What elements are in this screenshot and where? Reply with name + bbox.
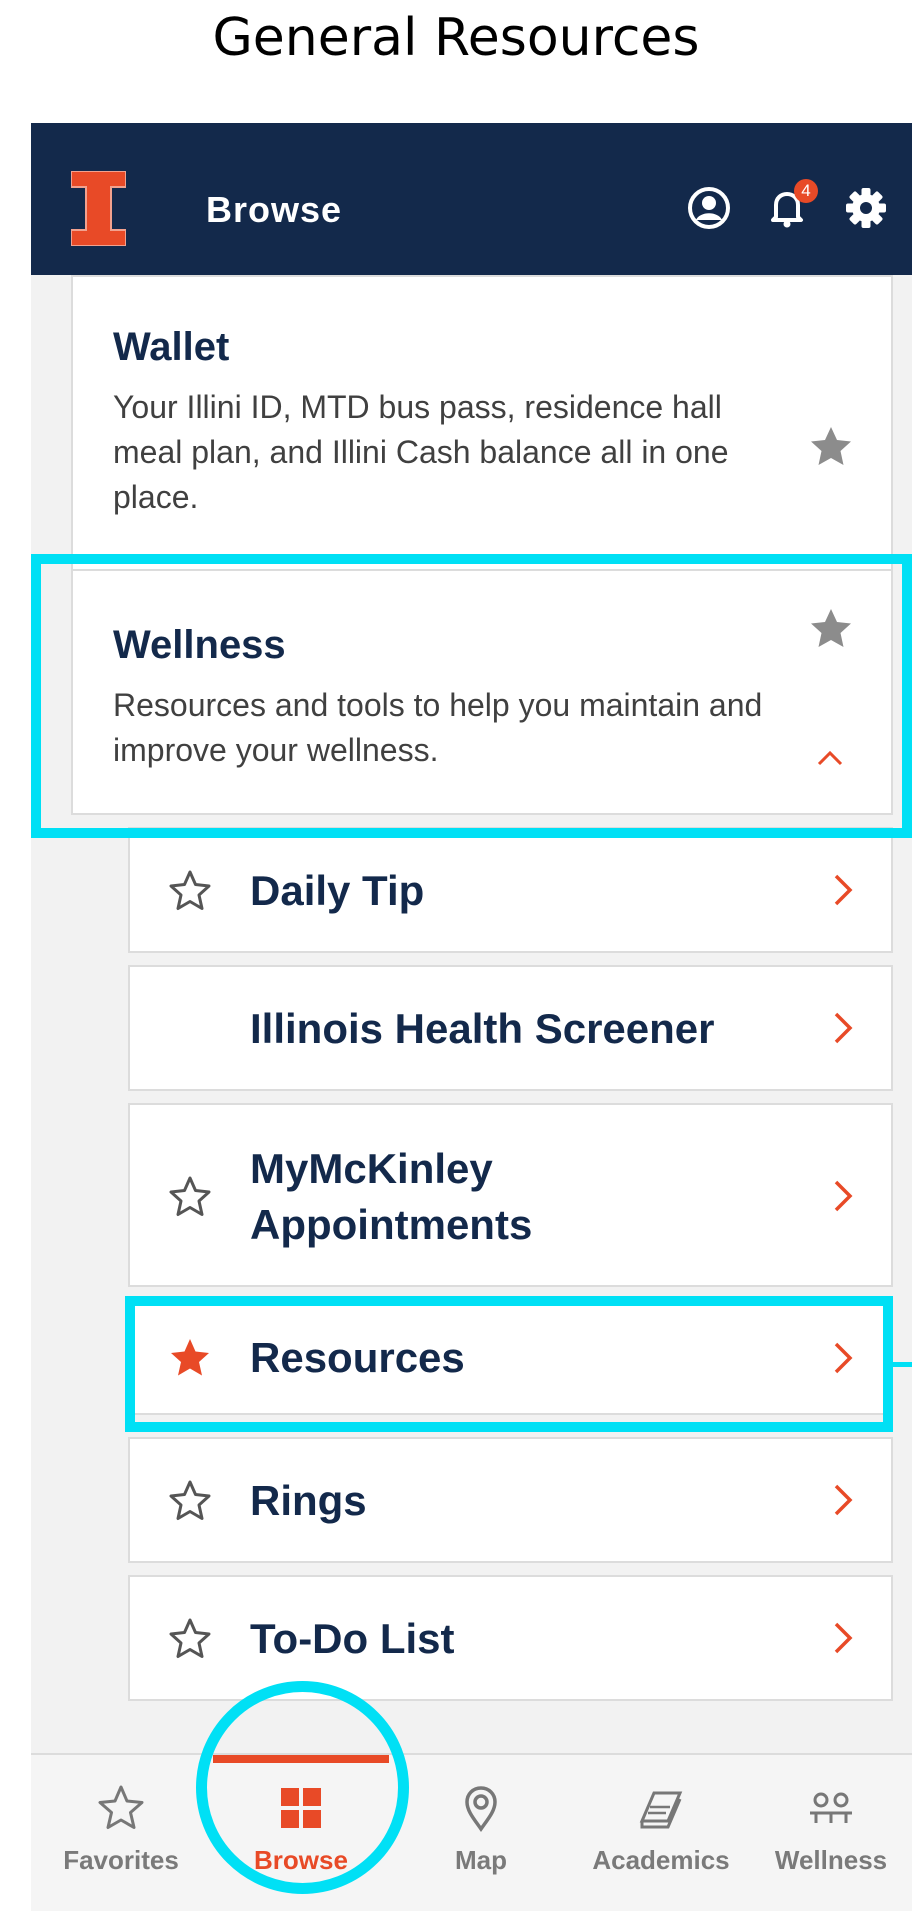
highlight-connector-line bbox=[893, 1362, 912, 1367]
app-screen: Browse 4 Wallet Your Illini ID, MTD bus … bbox=[31, 123, 912, 1911]
figure-caption: General Resources bbox=[212, 8, 700, 68]
header-title: Browse bbox=[206, 189, 343, 230]
browse-highlight-circle bbox=[196, 1681, 409, 1894]
tab-academics[interactable]: Academics bbox=[573, 1755, 749, 1911]
list-item-daily-tip[interactable]: Daily Tip bbox=[128, 827, 893, 953]
list-item-label: To-Do List bbox=[250, 1615, 455, 1662]
wallet-title: Wallet bbox=[113, 325, 230, 369]
list-item-illinois-health-screener[interactable]: Illinois Health Screener bbox=[128, 965, 893, 1091]
list-item-label: MyMcKinley Appointments bbox=[250, 1145, 533, 1248]
tab-favorites[interactable]: Favorites bbox=[33, 1755, 209, 1911]
chevron-right-icon bbox=[834, 1180, 853, 1212]
star-outline-icon[interactable] bbox=[168, 1175, 212, 1219]
tab-label: Favorites bbox=[63, 1845, 179, 1875]
book-icon bbox=[639, 1791, 683, 1829]
list-item-label: Daily Tip bbox=[250, 867, 425, 914]
list-item-rings[interactable]: Rings bbox=[128, 1437, 893, 1563]
list-item-label: Rings bbox=[250, 1477, 367, 1524]
star-outline-icon[interactable] bbox=[168, 869, 212, 913]
wellness-icon bbox=[810, 1792, 852, 1823]
tab-wellness[interactable]: Wellness bbox=[743, 1755, 912, 1911]
tab-label: Academics bbox=[592, 1845, 730, 1875]
star-icon bbox=[98, 1785, 144, 1829]
tab-label: Map bbox=[455, 1845, 507, 1875]
list-item-mymckinley-appointments[interactable]: MyMcKinley Appointments bbox=[128, 1103, 893, 1287]
chevron-right-icon bbox=[834, 1622, 853, 1654]
settings-gear-icon[interactable] bbox=[843, 185, 889, 231]
app-header: Browse 4 bbox=[31, 123, 912, 275]
account-icon[interactable] bbox=[686, 185, 732, 231]
bottom-tab-bar: Favorites Browse Map Academics Wellness bbox=[31, 1753, 912, 1911]
chevron-right-icon bbox=[834, 1484, 853, 1516]
tab-map[interactable]: Map bbox=[393, 1755, 569, 1911]
star-outline-icon[interactable] bbox=[168, 1617, 212, 1661]
list-item-label: Illinois Health Screener bbox=[250, 1005, 715, 1052]
wallet-description: Your Illini ID, MTD bus pass, residence … bbox=[113, 389, 729, 515]
star-outline-icon[interactable] bbox=[168, 1479, 212, 1523]
chevron-right-icon bbox=[834, 874, 853, 906]
map-pin-icon bbox=[465, 1786, 497, 1833]
illinois-logo-icon[interactable] bbox=[71, 171, 126, 246]
wellness-highlight-box bbox=[31, 554, 912, 838]
resources-highlight-box bbox=[125, 1296, 893, 1432]
list-item-to-do-list[interactable]: To-Do List bbox=[128, 1575, 893, 1701]
tab-label: Wellness bbox=[774, 1845, 888, 1875]
notification-badge: 4 bbox=[794, 179, 818, 203]
wallet-favorite-star-icon[interactable] bbox=[809, 425, 853, 469]
chevron-right-icon bbox=[834, 1012, 853, 1044]
